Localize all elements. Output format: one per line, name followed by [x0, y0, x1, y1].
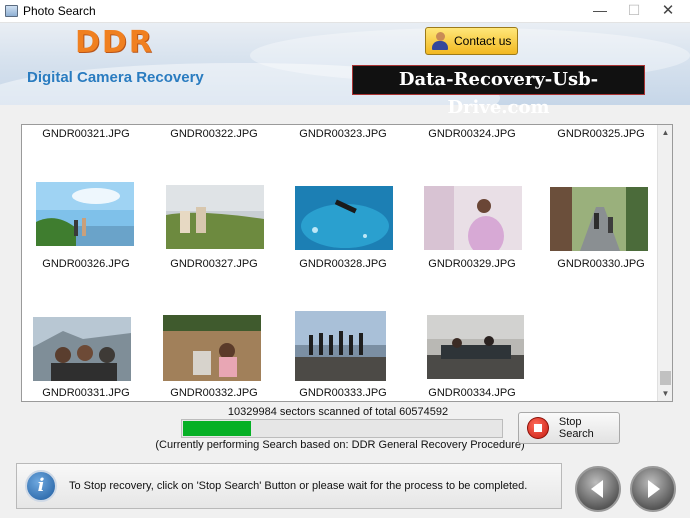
person-icon: [431, 31, 449, 51]
stop-search-button[interactable]: Stop Search: [518, 412, 620, 444]
thumbnail-item[interactable]: GNDR00327.JPG: [150, 258, 278, 270]
title-bar: Photo Search — ☐ ✕: [0, 0, 690, 23]
thumbnail-filename: GNDR00330.JPG: [557, 258, 645, 270]
scroll-down-icon[interactable]: ▼: [658, 386, 672, 401]
stop-search-label: Stop Search: [558, 416, 594, 440]
scrollbar-thumb[interactable]: [660, 371, 671, 385]
thumbnail-item[interactable]: GNDR00333.JPG: [279, 387, 407, 399]
thumbnail-filename: GNDR00331.JPG: [42, 387, 130, 399]
thumbnail-item[interactable]: GNDR00321.JPG: [22, 128, 150, 140]
info-icon: i: [25, 470, 57, 502]
product-subtitle: Digital Camera Recovery: [27, 69, 204, 86]
thumbnail-filename: GNDR00322.JPG: [170, 128, 258, 140]
thumbnail-filename: GNDR00333.JPG: [299, 387, 387, 399]
photo-thumbnail[interactable]: [163, 315, 261, 381]
scan-status-text: 10329984 sectors scanned of total 605745…: [227, 406, 449, 418]
thumbnail-item[interactable]: GNDR00329.JPG: [408, 258, 536, 270]
photo-thumbnail[interactable]: [550, 187, 648, 251]
photo-thumbnail[interactable]: [424, 186, 522, 250]
back-arrow-icon: [591, 480, 603, 498]
thumbnail-filename: GNDR00332.JPG: [170, 387, 258, 399]
scan-progress-bar: [181, 419, 503, 438]
minimize-button[interactable]: —: [583, 0, 617, 23]
scroll-up-icon[interactable]: ▲: [658, 125, 672, 140]
thumbnail-panel[interactable]: GNDR00321.JPG GNDR00322.JPG GNDR00323.JP…: [21, 124, 673, 402]
thumbnail-item[interactable]: GNDR00323.JPG: [279, 128, 407, 140]
thumbnail-filename: GNDR00325.JPG: [557, 128, 645, 140]
website-banner: Data-Recovery-Usb-Drive.com: [352, 65, 645, 118]
photo-thumbnail[interactable]: [36, 182, 134, 246]
thumbnail-filename: GNDR00328.JPG: [299, 258, 387, 270]
thumbnail-item[interactable]: GNDR00325.JPG: [537, 128, 665, 140]
thumbnail-grid: GNDR00321.JPG GNDR00322.JPG GNDR00323.JP…: [22, 125, 658, 401]
thumbnail-item[interactable]: GNDR00324.JPG: [408, 128, 536, 140]
thumbnail-filename: GNDR00324.JPG: [428, 128, 516, 140]
photo-thumbnail[interactable]: [295, 186, 393, 250]
thumbnail-item[interactable]: GNDR00331.JPG: [22, 387, 150, 399]
next-arrow-icon: [648, 480, 660, 498]
photo-thumbnail[interactable]: [33, 317, 131, 381]
maximize-button[interactable]: ☐: [617, 0, 651, 23]
next-button[interactable]: [630, 466, 676, 512]
thumbnail-item[interactable]: GNDR00330.JPG: [537, 258, 665, 270]
back-button[interactable]: [575, 466, 621, 512]
footer-info-bar: i To Stop recovery, click on 'Stop Searc…: [16, 463, 562, 509]
thumbnail-filename: GNDR00321.JPG: [42, 128, 130, 140]
thumbnail-filename: GNDR00329.JPG: [428, 258, 516, 270]
thumbnail-filename: GNDR00327.JPG: [170, 258, 258, 270]
thumbnail-item[interactable]: GNDR00328.JPG: [279, 258, 407, 270]
progress-fill: [183, 421, 251, 436]
vertical-scrollbar[interactable]: ▲ ▼: [657, 125, 672, 401]
procedure-text: (Currently performing Search based on: D…: [155, 439, 525, 451]
thumbnail-item[interactable]: GNDR00326.JPG: [22, 258, 150, 270]
window-title: Photo Search: [23, 4, 96, 18]
photo-thumbnail[interactable]: [166, 185, 264, 249]
stop-icon: [527, 417, 549, 439]
thumbnail-filename: GNDR00323.JPG: [299, 128, 387, 140]
contact-us-button[interactable]: Contact us: [425, 27, 518, 55]
app-icon: [5, 5, 18, 17]
thumbnail-item[interactable]: GNDR00322.JPG: [150, 128, 278, 140]
brand-logo: DDR: [75, 25, 154, 60]
contact-us-label: Contact us: [454, 34, 512, 48]
photo-thumbnail[interactable]: [427, 315, 524, 379]
photo-thumbnail[interactable]: [295, 311, 386, 381]
footer-message: To Stop recovery, click on 'Stop Search'…: [69, 480, 528, 492]
thumbnail-filename: GNDR00334.JPG: [428, 387, 516, 399]
close-button[interactable]: ✕: [651, 0, 685, 23]
thumbnail-item[interactable]: GNDR00334.JPG: [408, 387, 536, 399]
thumbnail-filename: GNDR00326.JPG: [42, 258, 130, 270]
thumbnail-item[interactable]: GNDR00332.JPG: [150, 387, 278, 399]
